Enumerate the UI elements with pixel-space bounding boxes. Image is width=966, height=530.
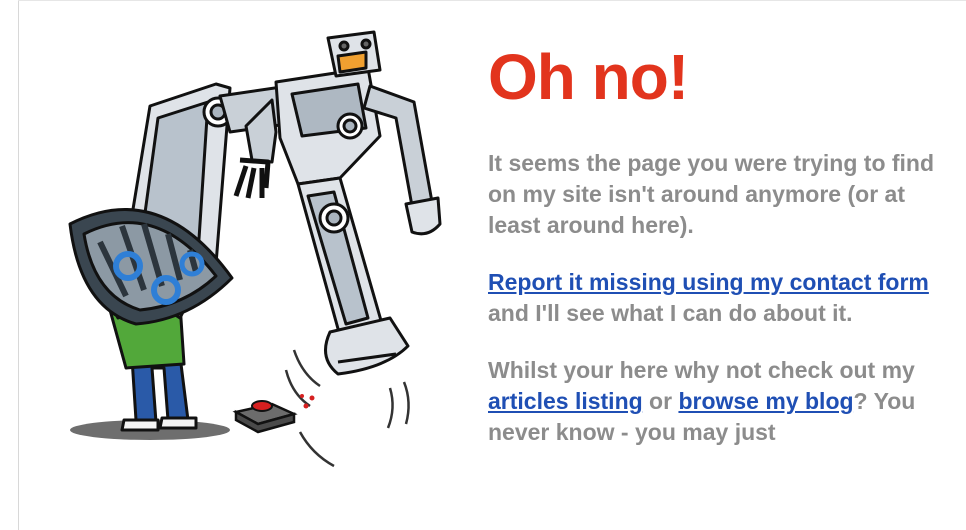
suggestion-text-or: or bbox=[642, 388, 679, 414]
robot-body bbox=[218, 30, 442, 376]
suggestion-text-start: Whilst your here why not check out my bbox=[488, 357, 915, 383]
report-text: and I'll see what I can do about it. bbox=[488, 300, 853, 326]
frame-border-top bbox=[18, 0, 966, 1]
browse-blog-link[interactable]: browse my blog bbox=[678, 388, 853, 414]
frame-border-left bbox=[18, 0, 19, 530]
contact-form-link[interactable]: Report it missing using my contact form bbox=[488, 269, 929, 295]
page-title: Oh no! bbox=[488, 41, 689, 113]
error-page: Oh no! It seems the page you were trying… bbox=[0, 0, 966, 530]
error-message: Oh no! It seems the page you were trying… bbox=[488, 40, 958, 474]
articles-listing-link[interactable]: articles listing bbox=[488, 388, 643, 414]
report-paragraph: Report it missing using my contact form … bbox=[488, 267, 958, 329]
robot-left-leg bbox=[68, 82, 234, 326]
suggestion-paragraph: Whilst your here why not check out my ar… bbox=[488, 355, 958, 448]
robot-stomp-illustration bbox=[68, 30, 442, 468]
explanation-paragraph: It seems the page you were trying to fin… bbox=[488, 150, 935, 238]
